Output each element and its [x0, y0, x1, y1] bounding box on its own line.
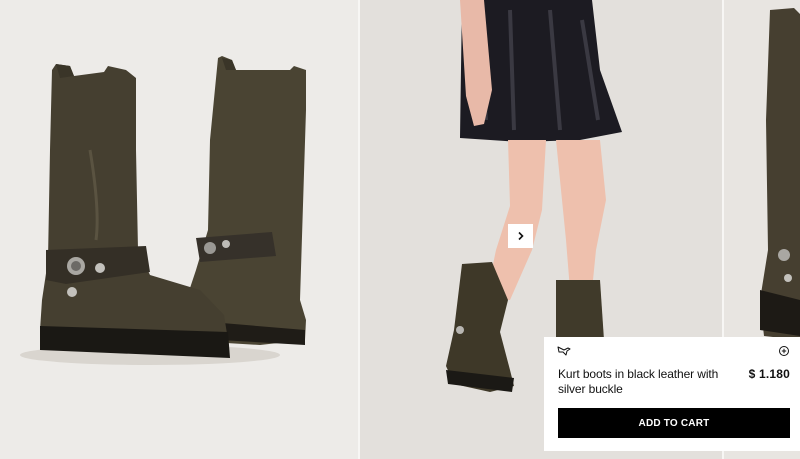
product-title: Kurt boots in black leather with silver …	[558, 367, 719, 396]
product-price: $ 1.180	[748, 367, 790, 381]
plus-circle-icon[interactable]	[778, 345, 790, 357]
bird-outline-icon[interactable]	[557, 344, 571, 358]
add-to-cart-button[interactable]: ADD TO CART	[558, 408, 790, 438]
boots-pair-illustration	[20, 56, 306, 365]
product-image-boots-pair[interactable]	[0, 0, 358, 459]
chevron-right-icon	[517, 231, 524, 241]
product-card: Kurt boots in black leather with silver …	[544, 337, 800, 451]
next-image-button[interactable]	[508, 224, 533, 248]
